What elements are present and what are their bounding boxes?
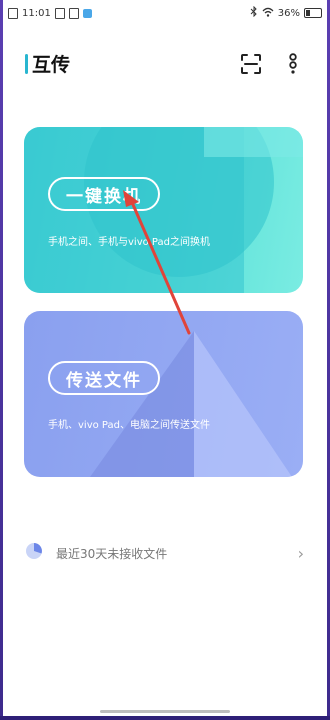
- device-frame-bottom: [0, 716, 330, 720]
- battery-icon: [304, 8, 322, 18]
- battery-level: 36%: [277, 7, 300, 19]
- gallery-icon: [54, 7, 65, 19]
- more-options-button[interactable]: [283, 52, 303, 76]
- wifi-icon: [262, 7, 274, 20]
- recent-files-row[interactable]: 最近30天未接收文件 ›: [24, 540, 304, 566]
- scan-button[interactable]: [239, 52, 263, 76]
- file-transfer-card[interactable]: 传送文件 手机、vivo Pad、电脑之间传送文件: [24, 311, 303, 477]
- scan-icon: [241, 54, 261, 74]
- title-accent-bar: [25, 54, 28, 74]
- sim-icon: [8, 7, 18, 19]
- phone-clone-description: 手机之间、手机与vivo Pad之间换机: [48, 237, 210, 248]
- chevron-right-icon: ›: [297, 543, 304, 563]
- bluetooth-icon: [250, 5, 258, 20]
- notification-icon: [68, 7, 79, 19]
- more-icon: [289, 53, 297, 74]
- pie-chart-icon: [24, 541, 44, 565]
- app-notification-icon: [82, 8, 92, 18]
- phone-clone-button[interactable]: 一键换机: [48, 177, 160, 211]
- file-transfer-button[interactable]: 传送文件: [48, 361, 160, 395]
- status-time: 11:01: [22, 7, 51, 19]
- phone-clone-card[interactable]: 一键换机 手机之间、手机与vivo Pad之间换机: [24, 127, 303, 293]
- home-indicator[interactable]: [100, 710, 230, 713]
- app-header: 互传: [0, 44, 330, 84]
- device-frame-left: [0, 0, 3, 720]
- status-bar: 11:01 36%: [8, 0, 322, 26]
- recent-files-label: 最近30天未接收文件: [56, 546, 168, 561]
- page-title: 互传: [32, 54, 71, 76]
- file-transfer-description: 手机、vivo Pad、电脑之间传送文件: [48, 420, 210, 431]
